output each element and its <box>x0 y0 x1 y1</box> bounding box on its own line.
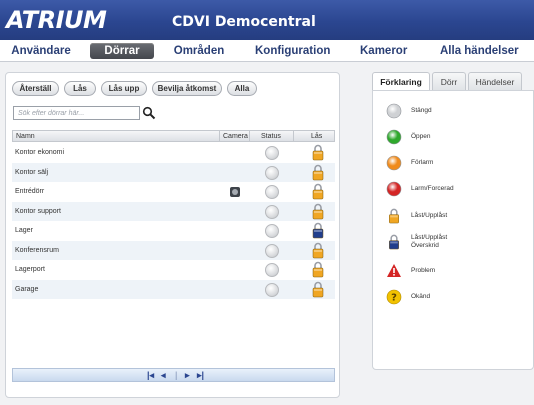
camera-icon[interactable] <box>230 187 240 197</box>
door-name: Konferensrum <box>15 246 59 254</box>
nav-item-configuration[interactable]: Konfiguration <box>255 43 330 59</box>
prev-page-icon[interactable]: ◂ <box>161 370 166 381</box>
next-page-icon[interactable]: ▸ <box>185 370 190 381</box>
column-divider <box>293 131 294 141</box>
table-row[interactable]: Kontor support <box>12 201 335 221</box>
legend-label: Larm/Forcerad <box>411 185 454 192</box>
door-name: Entrédörr <box>15 188 45 195</box>
status-forced-icon <box>386 181 402 197</box>
status-closed-icon <box>265 282 279 297</box>
nav-item-users[interactable]: Användare <box>6 43 76 59</box>
svg-text:?: ? <box>391 293 397 304</box>
lock-icon <box>312 183 324 200</box>
door-name: Kontor sälj <box>15 168 49 176</box>
status-closed-icon <box>265 243 279 258</box>
search-input[interactable]: Sök efter dörrar här... <box>13 106 140 120</box>
legend-item: Öppen <box>385 129 534 149</box>
lock-button[interactable]: Lås <box>64 81 96 96</box>
column-divider <box>249 131 250 141</box>
legend-panel: Stängd Öppen Förlarm Larm/Forcerad Låst/… <box>372 90 534 370</box>
table-row[interactable]: Entrédörr <box>12 182 335 202</box>
all-button[interactable]: Alla <box>227 81 257 96</box>
doors-panel: Återställ Lås Lås upp Bevilja åtkomst Al… <box>5 72 340 398</box>
app-title: CDVI Democentral <box>172 14 316 30</box>
nav-item-all-events[interactable]: Alla händelser <box>440 43 519 59</box>
legend-item: ? Okänd <box>385 289 534 309</box>
table-row[interactable]: Lagerport <box>12 260 335 280</box>
door-name: Lagerport <box>15 266 45 273</box>
pager-divider: | <box>175 370 178 380</box>
lock-icon <box>312 281 324 297</box>
table-row[interactable]: Kontor ekonomi <box>12 143 335 163</box>
status-prealarm-icon <box>386 155 402 171</box>
column-header-name[interactable]: Namn <box>16 132 35 141</box>
legend-item: Stängd <box>385 103 534 123</box>
main-nav: Användare Dörrar Områden Konfiguration K… <box>0 40 534 62</box>
status-closed-icon <box>265 165 279 180</box>
tab-legend[interactable]: Förklaring <box>372 72 430 92</box>
column-header-camera[interactable]: Camera <box>223 132 248 141</box>
lock-icon <box>312 242 324 258</box>
last-page-icon[interactable]: ▸| <box>197 370 204 381</box>
status-closed-icon <box>265 185 279 199</box>
door-name: Lager <box>15 227 33 234</box>
lock-override-icon <box>389 234 399 250</box>
legend-label: Stängd <box>411 107 432 114</box>
legend-label: Öppen <box>411 133 431 140</box>
status-closed-icon <box>265 204 279 219</box>
legend-label: Låst/Upplåst <box>411 212 448 219</box>
door-name: Garage <box>15 285 39 293</box>
lock-icon <box>312 144 324 161</box>
nav-item-doors[interactable]: Dörrar <box>90 43 154 59</box>
grant-access-button[interactable]: Bevilja åtkomst <box>152 81 222 96</box>
lock-override-icon <box>312 222 324 239</box>
legend-label: Problem <box>411 267 436 274</box>
column-divider <box>219 131 220 141</box>
status-closed-icon <box>265 146 279 160</box>
unknown-icon: ? <box>386 289 402 305</box>
legend-item: Låst/Upplåst <box>385 208 534 228</box>
lock-icon <box>389 208 399 224</box>
table-row[interactable]: Garage <box>12 279 335 299</box>
legend-item: Problem <box>385 263 534 283</box>
legend-label: Låst/Upplåst Överskrid <box>411 234 448 249</box>
nav-item-cameras[interactable]: Kameror <box>360 43 407 59</box>
unlock-button[interactable]: Lås upp <box>101 81 147 96</box>
tab-events[interactable]: Händelser <box>468 72 522 91</box>
legend-item: Larm/Forcerad <box>385 181 534 201</box>
search-icon[interactable] <box>142 106 156 120</box>
warning-icon <box>387 264 401 277</box>
table-row[interactable]: Lager <box>12 221 335 241</box>
status-closed-icon <box>386 103 402 119</box>
lock-icon <box>312 261 324 278</box>
legend-label: Okänd <box>411 293 431 300</box>
table-row[interactable]: Konferensrum <box>12 240 335 260</box>
door-name: Kontor ekonomi <box>15 149 65 156</box>
door-name: Kontor support <box>15 207 61 215</box>
status-closed-icon <box>265 224 279 238</box>
grid-header: Namn Camera Status Lås <box>12 130 335 142</box>
pager: |◂ ◂ | ▸ ▸| <box>12 368 335 382</box>
app-header: ATRIUM CDVI Democentral <box>0 0 534 40</box>
reset-button[interactable]: Återställ <box>12 81 59 96</box>
lock-icon <box>312 203 324 219</box>
status-open-icon <box>386 129 402 145</box>
column-header-lock[interactable]: Lås <box>311 132 322 141</box>
legend-item: Låst/Upplåst Överskrid <box>385 234 534 254</box>
lock-icon <box>312 164 324 180</box>
first-page-icon[interactable]: |◂ <box>147 370 154 381</box>
app-logo: ATRIUM <box>6 6 107 34</box>
table-row[interactable]: Kontor sälj <box>12 162 335 182</box>
legend-item: Förlarm <box>385 155 534 175</box>
status-closed-icon <box>265 263 279 277</box>
tab-door[interactable]: Dörr <box>432 72 466 91</box>
column-header-status[interactable]: Status <box>261 132 281 141</box>
legend-label: Förlarm <box>411 159 434 166</box>
nav-item-areas[interactable]: Områden <box>170 43 228 59</box>
